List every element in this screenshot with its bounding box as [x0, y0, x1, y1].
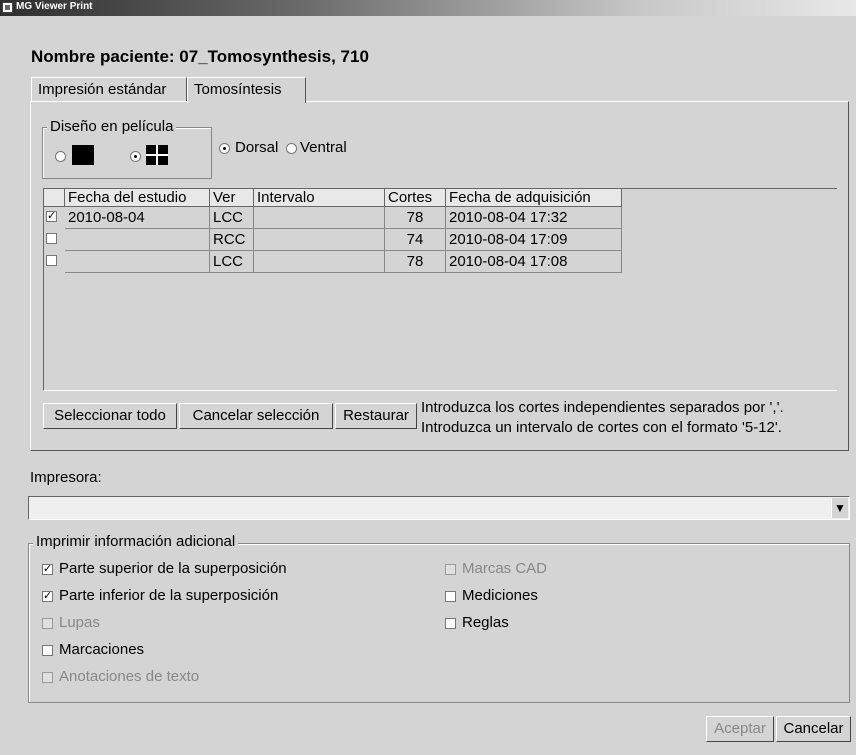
- text-annotations-label: Anotaciones de texto: [59, 668, 200, 685]
- select-all-button[interactable]: Seleccionar todo: [43, 403, 177, 429]
- cell-interval[interactable]: [254, 251, 385, 273]
- cell-slices: 74: [385, 229, 446, 251]
- cell-interval[interactable]: [254, 207, 385, 229]
- table-header-acquired[interactable]: Fecha de adquisición: [446, 189, 622, 207]
- window-title: MG Viewer Print: [16, 1, 93, 12]
- text-annotations-checkbox: [42, 672, 53, 683]
- cell-view: RCC: [210, 229, 254, 251]
- rulers-label: Reglas: [462, 614, 509, 631]
- printer-label: Impresora:: [30, 469, 102, 486]
- table-header-slices[interactable]: Cortes: [385, 189, 446, 207]
- row-checkbox[interactable]: [46, 233, 57, 244]
- four-up-layout-icon: [146, 145, 168, 165]
- cancel-selection-button[interactable]: Cancelar selección: [179, 403, 333, 429]
- tab-tomosynthesis[interactable]: Tomosíntesis: [187, 77, 306, 103]
- marks-label: Marcaciones: [59, 641, 145, 658]
- restore-button[interactable]: Restaurar: [335, 403, 417, 429]
- table-header-date[interactable]: Fecha del estudio: [65, 189, 210, 207]
- ventral-label: Ventral: [300, 139, 347, 156]
- additional-info-legend: Imprimir información adicional: [33, 533, 239, 550]
- dorsal-radio[interactable]: [219, 143, 230, 154]
- cell-date: 2010-08-04: [65, 207, 210, 229]
- table-header-interval[interactable]: Intervalo: [254, 189, 385, 207]
- single-layout-icon: [72, 145, 94, 165]
- cell-view: LCC: [210, 207, 254, 229]
- printer-select[interactable]: ▼: [28, 496, 850, 520]
- cell-slices: 78: [385, 207, 446, 229]
- cell-view: LCC: [210, 251, 254, 273]
- slice-hint-line2: Introduzca un intervalo de cortes con el…: [421, 419, 782, 436]
- cell-acquired: 2010-08-04 17:08: [446, 251, 622, 273]
- overlay-top-label: Parte superior de la superposición: [59, 560, 287, 577]
- measurements-label: Mediciones: [462, 587, 538, 604]
- accept-button[interactable]: Aceptar: [706, 716, 774, 742]
- cancel-button[interactable]: Cancelar: [776, 716, 851, 742]
- cell-slices: 78: [385, 251, 446, 273]
- ventral-radio[interactable]: [286, 143, 297, 154]
- layout-four-up-radio[interactable]: [130, 151, 141, 162]
- rulers-checkbox[interactable]: [445, 618, 456, 629]
- magnifiers-label: Lupas: [59, 614, 100, 631]
- cell-acquired: 2010-08-04 17:09: [446, 229, 622, 251]
- cad-marks-label: Marcas CAD: [462, 560, 548, 577]
- table-header-check[interactable]: [44, 189, 65, 207]
- patient-name: Nombre paciente: 07_Tomosynthesis, 710: [31, 47, 369, 66]
- magnifiers-checkbox: [42, 618, 53, 629]
- row-checkbox[interactable]: [46, 255, 57, 266]
- title-bar: MG Viewer Print: [0, 0, 856, 16]
- dorsal-label: Dorsal: [235, 139, 279, 156]
- chevron-down-icon[interactable]: ▼: [831, 498, 848, 518]
- series-table[interactable]: Fecha del estudio Ver Intervalo Cortes F…: [43, 188, 837, 391]
- cad-marks-checkbox: [445, 564, 456, 575]
- cell-date: [65, 251, 210, 273]
- cell-date: [65, 229, 210, 251]
- overlay-bottom-checkbox[interactable]: ✓: [42, 591, 53, 602]
- cell-interval[interactable]: [254, 229, 385, 251]
- slice-hint-line1: Introduzca los cortes independientes sep…: [421, 399, 784, 416]
- overlay-top-checkbox[interactable]: ✓: [42, 564, 53, 575]
- cell-acquired: 2010-08-04 17:32: [446, 207, 622, 229]
- app-icon: [2, 2, 13, 13]
- table-header-view[interactable]: Ver: [210, 189, 254, 207]
- film-layout-legend: Diseño en película: [47, 118, 177, 135]
- layout-single-radio[interactable]: [55, 151, 66, 162]
- row-checkbox[interactable]: ✓: [46, 211, 57, 222]
- marks-checkbox[interactable]: [42, 645, 53, 656]
- tab-standard-print[interactable]: Impresión estándar: [31, 77, 187, 101]
- overlay-bottom-label: Parte inferior de la superposición: [59, 587, 279, 604]
- measurements-checkbox[interactable]: [445, 591, 456, 602]
